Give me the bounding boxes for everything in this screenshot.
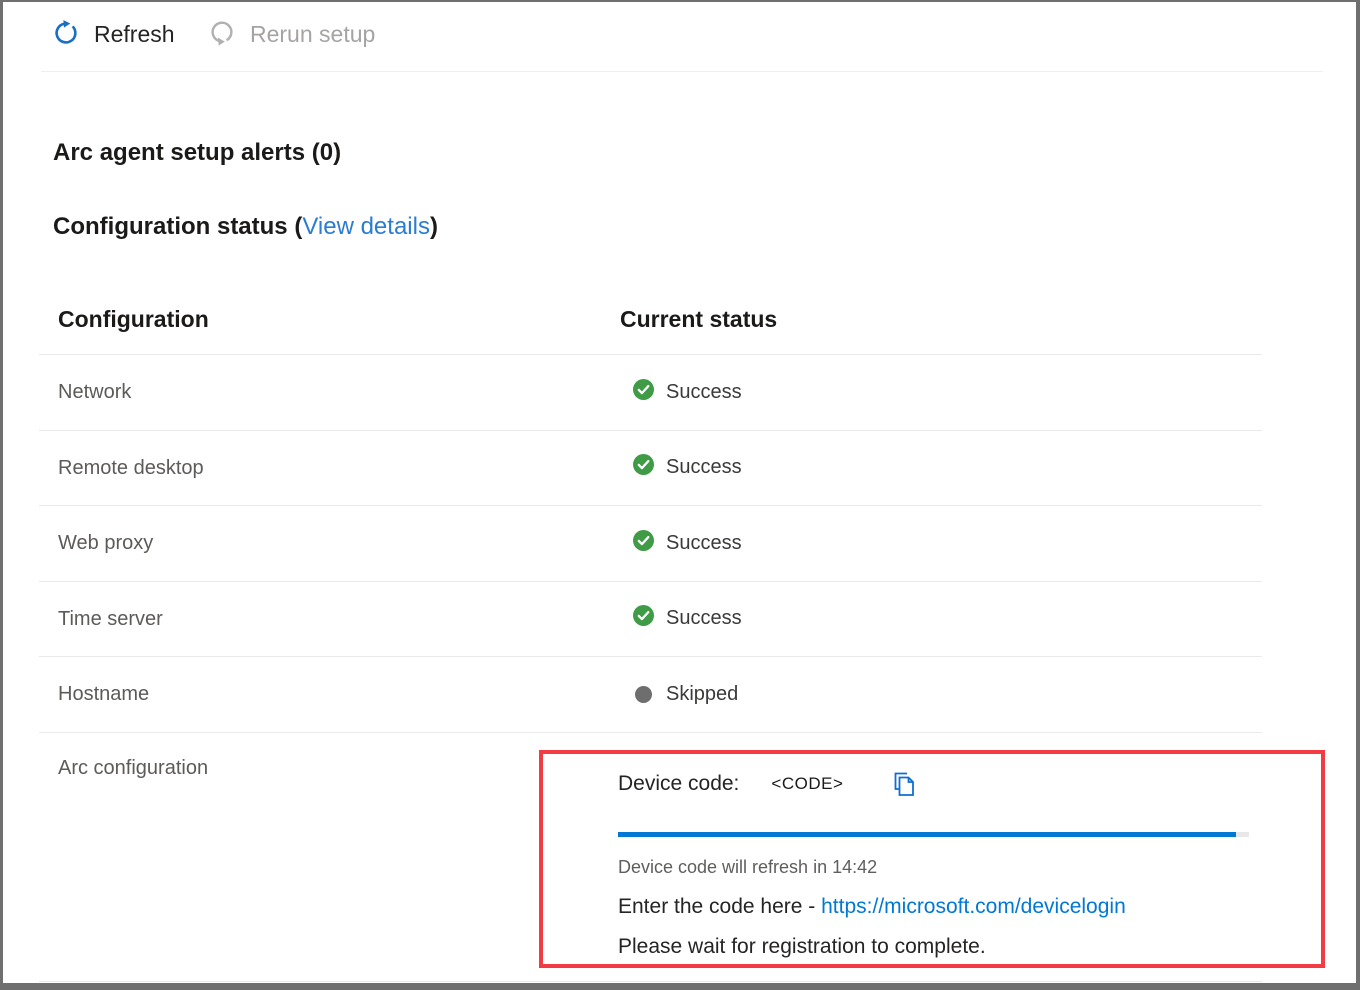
rerun-setup-label: Rerun setup xyxy=(250,21,376,47)
devicelogin-link[interactable]: https://microsoft.com/devicelogin xyxy=(821,895,1126,918)
status-text: Success xyxy=(666,456,742,479)
config-status-heading-prefix: Configuration status ( xyxy=(53,213,303,240)
column-header-current-status: Current status xyxy=(620,306,778,332)
device-code-progress-fill xyxy=(618,831,1237,837)
toolbar-divider xyxy=(41,71,1323,72)
success-icon xyxy=(633,605,654,632)
status-text: Success xyxy=(666,380,742,403)
config-row-label: Network xyxy=(58,381,132,403)
registration-wait-text: Please wait for registration to complete… xyxy=(618,934,986,958)
table-row: Web proxy Success xyxy=(39,506,1262,582)
config-status-heading: Configuration status (View details) xyxy=(53,213,438,241)
config-row-status: Success xyxy=(633,431,742,506)
device-code-value: <CODE> xyxy=(771,773,844,793)
table-row: Hostname Skipped xyxy=(39,657,1262,733)
rerun-setup-icon xyxy=(207,18,237,51)
table-row: Time server Success xyxy=(39,582,1262,657)
table-row: Network Success xyxy=(39,355,1262,431)
config-row-label: Hostname xyxy=(58,683,150,705)
table-row: Remote desktop Success xyxy=(39,431,1262,506)
copy-icon xyxy=(889,772,917,801)
skipped-icon xyxy=(635,685,652,703)
config-row-label: Web proxy xyxy=(58,532,154,554)
refresh-icon xyxy=(51,18,81,51)
device-code-line: Device code: <CODE> xyxy=(618,770,917,798)
config-row-status: Success xyxy=(633,582,742,657)
configuration-status-table: Configuration Current status Network Suc… xyxy=(39,291,1325,982)
table-header-row: Configuration Current status xyxy=(39,291,1262,355)
device-code-label: Device code: xyxy=(618,771,740,795)
copy-button[interactable] xyxy=(889,770,917,798)
config-status-heading-suffix: ) xyxy=(429,213,438,240)
config-row-status: Success xyxy=(633,506,742,581)
config-row-label: Time server xyxy=(58,607,163,630)
status-text: Skipped xyxy=(666,682,739,705)
config-row-label: Arc configuration xyxy=(58,756,209,779)
device-code-progress xyxy=(618,831,1249,837)
status-text: Success xyxy=(666,607,742,630)
config-row-status: Skipped xyxy=(633,657,738,732)
device-code-countdown: Device code will refresh in 14:42 xyxy=(618,856,878,877)
refresh-label: Refresh xyxy=(94,21,175,47)
rerun-setup-button[interactable]: Rerun setup xyxy=(201,14,381,55)
success-icon xyxy=(633,378,654,406)
config-row-label: Remote desktop xyxy=(58,456,204,479)
refresh-button[interactable]: Refresh xyxy=(45,14,181,55)
enter-code-line: Enter the code here - https://microsoft.… xyxy=(618,895,1126,919)
alerts-heading: Arc agent setup alerts (0) xyxy=(53,139,342,166)
window-frame: Refresh Rerun setup Arc agent setup aler… xyxy=(0,0,1360,990)
table-row-arc-configuration: Arc configuration Device code: <CODE> De… xyxy=(39,733,1325,982)
config-row-status: Success xyxy=(633,355,742,430)
enter-code-prefix: Enter the code here - xyxy=(618,894,822,918)
view-details-link[interactable]: View details xyxy=(302,213,430,240)
device-code-highlight-box: Device code: <CODE> Device code will ref… xyxy=(539,749,1325,968)
status-text: Success xyxy=(666,531,742,554)
success-icon xyxy=(633,454,654,481)
success-icon xyxy=(633,529,654,557)
column-header-configuration: Configuration xyxy=(58,306,209,332)
